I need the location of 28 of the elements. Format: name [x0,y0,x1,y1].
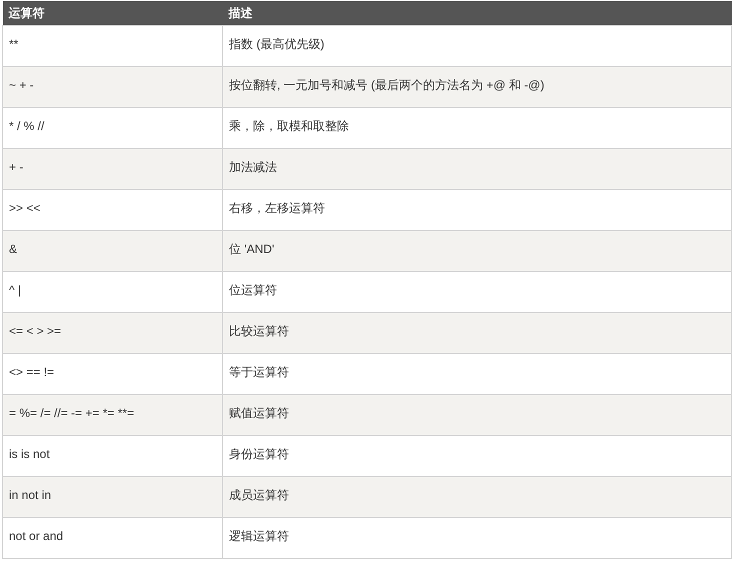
table-cell: is is not [2,435,222,476]
table-cell: = %= /= //= -= += *= **= [2,394,222,435]
table-cell: 指数 (最高优先级) [222,25,732,66]
table-cell: 逻辑运算符 [222,517,732,558]
table-cell: <> == != [2,353,222,394]
table-cell: 赋值运算符 [222,394,732,435]
column-header: 运算符 [2,1,222,25]
table-cell: + - [2,148,222,189]
table-cell: 等于运算符 [222,353,732,394]
table-cell: & [2,230,222,271]
table-cell: ** [2,25,222,66]
table-cell: 加法减法 [222,148,732,189]
table-cell: ^ | [2,271,222,312]
table-cell: 乘，除，取模和取整除 [222,107,732,148]
table-cell: in not in [2,476,222,517]
table-cell: 右移，左移运算符 [222,189,732,230]
table-cell: * / % // [2,107,222,148]
table-cell: not or and [2,517,222,558]
table-cell: 成员运算符 [222,476,732,517]
column-header: 描述 [222,1,732,25]
table-cell: ~ + - [2,66,222,107]
table-cell: <= < > >= [2,312,222,353]
table-cell: 位运算符 [222,271,732,312]
table-cell: 按位翻转, 一元加号和减号 (最后两个的方法名为 +@ 和 -@) [222,66,732,107]
table-cell: >> << [2,189,222,230]
table-cell: 位 'AND' [222,230,732,271]
table-cell: 比较运算符 [222,312,732,353]
table-cell: 身份运算符 [222,435,732,476]
